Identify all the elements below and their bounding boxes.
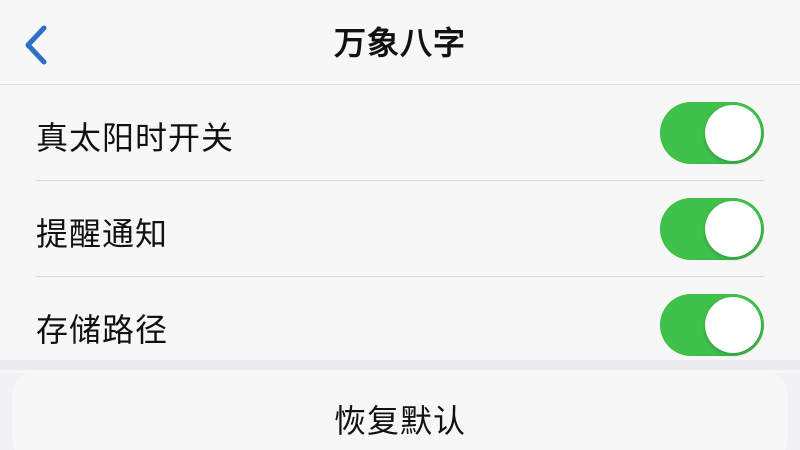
toggle-knob [705, 105, 761, 161]
reminder-toggle[interactable] [660, 198, 764, 260]
restore-defaults-button[interactable]: 恢复默认 [12, 372, 788, 450]
toggle-knob [705, 201, 761, 257]
navigation-bar: 万象八字 [0, 0, 800, 84]
settings-list: 真太阳时开关 提醒通知 存储路径 [0, 85, 800, 373]
page-title: 万象八字 [333, 24, 466, 62]
section-gap [0, 360, 800, 370]
setting-label: 真太阳时开关 [36, 119, 235, 157]
setting-row-true-solar-time: 真太阳时开关 [0, 85, 800, 181]
restore-defaults-label: 恢复默认 [333, 402, 466, 440]
toggle-knob [705, 297, 761, 353]
settings-screen: 万象八字 真太阳时开关 提醒通知 存储路径 恢复默认 [0, 0, 800, 450]
setting-row-reminder: 提醒通知 [0, 181, 800, 277]
setting-row-storage-path: 存储路径 [0, 277, 800, 373]
setting-label: 提醒通知 [36, 215, 169, 253]
storage-path-toggle[interactable] [660, 294, 764, 356]
setting-label: 存储路径 [36, 311, 169, 349]
true-solar-time-toggle[interactable] [660, 102, 764, 164]
